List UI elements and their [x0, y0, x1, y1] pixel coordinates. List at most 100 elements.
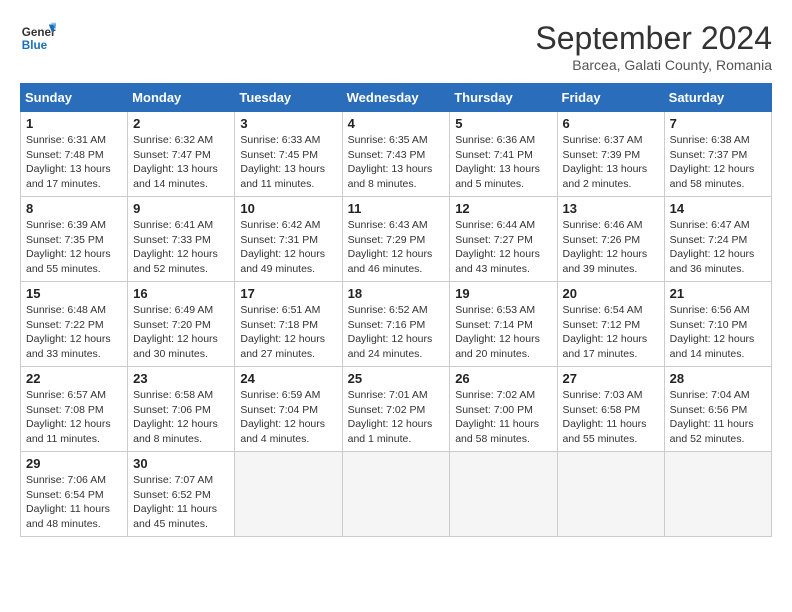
day-number: 29	[26, 456, 122, 471]
day-info: Sunrise: 6:38 AMSunset: 7:37 PMDaylight:…	[670, 133, 766, 192]
calendar-cell: 23 Sunrise: 6:58 AMSunset: 7:06 PMDayligh…	[128, 367, 235, 452]
day-number: 18	[348, 286, 445, 301]
day-number: 13	[563, 201, 659, 216]
calendar-cell	[557, 452, 664, 537]
day-number: 7	[670, 116, 766, 131]
calendar-cell: 30 Sunrise: 7:07 AMSunset: 6:52 PMDayligh…	[128, 452, 235, 537]
day-info: Sunrise: 6:54 AMSunset: 7:12 PMDaylight:…	[563, 303, 659, 362]
calendar-cell: 9 Sunrise: 6:41 AMSunset: 7:33 PMDaylight…	[128, 197, 235, 282]
day-info: Sunrise: 6:48 AMSunset: 7:22 PMDaylight:…	[26, 303, 122, 362]
logo-icon: General Blue	[20, 20, 56, 56]
page-header: General Blue September 2024 Barcea, Gala…	[20, 20, 772, 73]
day-number: 6	[563, 116, 659, 131]
calendar-header-row: SundayMondayTuesdayWednesdayThursdayFrid…	[21, 84, 772, 112]
calendar-cell: 8 Sunrise: 6:39 AMSunset: 7:35 PMDaylight…	[21, 197, 128, 282]
calendar-cell	[450, 452, 557, 537]
day-number: 8	[26, 201, 122, 216]
column-header-sunday: Sunday	[21, 84, 128, 112]
calendar-cell: 26 Sunrise: 7:02 AMSunset: 7:00 PMDayligh…	[450, 367, 557, 452]
day-info: Sunrise: 6:56 AMSunset: 7:10 PMDaylight:…	[670, 303, 766, 362]
day-info: Sunrise: 6:58 AMSunset: 7:06 PMDaylight:…	[133, 388, 229, 447]
day-info: Sunrise: 6:59 AMSunset: 7:04 PMDaylight:…	[240, 388, 336, 447]
day-info: Sunrise: 6:41 AMSunset: 7:33 PMDaylight:…	[133, 218, 229, 277]
day-number: 17	[240, 286, 336, 301]
day-number: 2	[133, 116, 229, 131]
day-number: 27	[563, 371, 659, 386]
day-info: Sunrise: 7:02 AMSunset: 7:00 PMDaylight:…	[455, 388, 551, 447]
day-number: 23	[133, 371, 229, 386]
day-info: Sunrise: 7:01 AMSunset: 7:02 PMDaylight:…	[348, 388, 445, 447]
day-number: 15	[26, 286, 122, 301]
day-info: Sunrise: 6:37 AMSunset: 7:39 PMDaylight:…	[563, 133, 659, 192]
calendar-cell: 25 Sunrise: 7:01 AMSunset: 7:02 PMDayligh…	[342, 367, 450, 452]
day-info: Sunrise: 6:31 AMSunset: 7:48 PMDaylight:…	[26, 133, 122, 192]
calendar-week-4: 22 Sunrise: 6:57 AMSunset: 7:08 PMDayligh…	[21, 367, 772, 452]
column-header-thursday: Thursday	[450, 84, 557, 112]
day-info: Sunrise: 7:06 AMSunset: 6:54 PMDaylight:…	[26, 473, 122, 532]
calendar-cell: 2 Sunrise: 6:32 AMSunset: 7:47 PMDaylight…	[128, 112, 235, 197]
day-info: Sunrise: 6:47 AMSunset: 7:24 PMDaylight:…	[670, 218, 766, 277]
calendar-cell: 5Sunrise: 6:36 AMSunset: 7:41 PMDaylight…	[450, 112, 557, 197]
day-info: Sunrise: 7:03 AMSunset: 6:58 PMDaylight:…	[563, 388, 659, 447]
calendar-cell: 24 Sunrise: 6:59 AMSunset: 7:04 PMDayligh…	[235, 367, 342, 452]
calendar-cell: 3 Sunrise: 6:33 AMSunset: 7:45 PMDaylight…	[235, 112, 342, 197]
calendar-cell: 10Sunrise: 6:42 AMSunset: 7:31 PMDayligh…	[235, 197, 342, 282]
calendar-cell	[235, 452, 342, 537]
day-info: Sunrise: 6:44 AMSunset: 7:27 PMDaylight:…	[455, 218, 551, 277]
calendar-cell	[342, 452, 450, 537]
day-info: Sunrise: 6:51 AMSunset: 7:18 PMDaylight:…	[240, 303, 336, 362]
day-info: Sunrise: 6:49 AMSunset: 7:20 PMDaylight:…	[133, 303, 229, 362]
calendar-cell: 11Sunrise: 6:43 AMSunset: 7:29 PMDayligh…	[342, 197, 450, 282]
day-number: 14	[670, 201, 766, 216]
day-number: 24	[240, 371, 336, 386]
day-info: Sunrise: 6:42 AMSunset: 7:31 PMDaylight:…	[240, 218, 336, 277]
day-number: 20	[563, 286, 659, 301]
day-info: Sunrise: 6:33 AMSunset: 7:45 PMDaylight:…	[240, 133, 336, 192]
calendar-cell: 21Sunrise: 6:56 AMSunset: 7:10 PMDayligh…	[664, 282, 771, 367]
day-info: Sunrise: 6:53 AMSunset: 7:14 PMDaylight:…	[455, 303, 551, 362]
calendar-cell: 4 Sunrise: 6:35 AMSunset: 7:43 PMDaylight…	[342, 112, 450, 197]
column-header-saturday: Saturday	[664, 84, 771, 112]
day-number: 25	[348, 371, 445, 386]
day-info: Sunrise: 6:36 AMSunset: 7:41 PMDaylight:…	[455, 133, 551, 192]
day-info: Sunrise: 6:35 AMSunset: 7:43 PMDaylight:…	[348, 133, 445, 192]
day-info: Sunrise: 6:57 AMSunset: 7:08 PMDaylight:…	[26, 388, 122, 447]
day-number: 9	[133, 201, 229, 216]
day-info: Sunrise: 6:46 AMSunset: 7:26 PMDaylight:…	[563, 218, 659, 277]
day-number: 4	[348, 116, 445, 131]
column-header-monday: Monday	[128, 84, 235, 112]
calendar-cell: 19Sunrise: 6:53 AMSunset: 7:14 PMDayligh…	[450, 282, 557, 367]
calendar-cell: 22 Sunrise: 6:57 AMSunset: 7:08 PMDayligh…	[21, 367, 128, 452]
calendar-cell: 1Sunrise: 6:31 AMSunset: 7:48 PMDaylight…	[21, 112, 128, 197]
day-number: 12	[455, 201, 551, 216]
day-number: 26	[455, 371, 551, 386]
day-number: 3	[240, 116, 336, 131]
day-number: 22	[26, 371, 122, 386]
day-number: 30	[133, 456, 229, 471]
column-header-tuesday: Tuesday	[235, 84, 342, 112]
month-title: September 2024	[535, 20, 772, 57]
column-header-wednesday: Wednesday	[342, 84, 450, 112]
column-header-friday: Friday	[557, 84, 664, 112]
calendar-cell: 17 Sunrise: 6:51 AMSunset: 7:18 PMDayligh…	[235, 282, 342, 367]
calendar-cell: 16Sunrise: 6:49 AMSunset: 7:20 PMDayligh…	[128, 282, 235, 367]
logo: General Blue	[20, 20, 56, 56]
calendar-week-2: 8 Sunrise: 6:39 AMSunset: 7:35 PMDaylight…	[21, 197, 772, 282]
calendar-cell: 14 Sunrise: 6:47 AMSunset: 7:24 PMDayligh…	[664, 197, 771, 282]
calendar-week-5: 29 Sunrise: 7:06 AMSunset: 6:54 PMDayligh…	[21, 452, 772, 537]
day-info: Sunrise: 7:07 AMSunset: 6:52 PMDaylight:…	[133, 473, 229, 532]
calendar-cell: 27 Sunrise: 7:03 AMSunset: 6:58 PMDayligh…	[557, 367, 664, 452]
calendar-week-3: 15 Sunrise: 6:48 AMSunset: 7:22 PMDayligh…	[21, 282, 772, 367]
calendar-cell: 28Sunrise: 7:04 AMSunset: 6:56 PMDayligh…	[664, 367, 771, 452]
day-info: Sunrise: 7:04 AMSunset: 6:56 PMDaylight:…	[670, 388, 766, 447]
svg-text:Blue: Blue	[22, 39, 48, 52]
day-info: Sunrise: 6:39 AMSunset: 7:35 PMDaylight:…	[26, 218, 122, 277]
day-info: Sunrise: 6:32 AMSunset: 7:47 PMDaylight:…	[133, 133, 229, 192]
calendar-cell: 29 Sunrise: 7:06 AMSunset: 6:54 PMDayligh…	[21, 452, 128, 537]
calendar-cell: 6 Sunrise: 6:37 AMSunset: 7:39 PMDaylight…	[557, 112, 664, 197]
calendar-cell: 15 Sunrise: 6:48 AMSunset: 7:22 PMDayligh…	[21, 282, 128, 367]
location-subtitle: Barcea, Galati County, Romania	[535, 57, 772, 73]
calendar-cell: 20 Sunrise: 6:54 AMSunset: 7:12 PMDayligh…	[557, 282, 664, 367]
calendar-cell: 18 Sunrise: 6:52 AMSunset: 7:16 PMDayligh…	[342, 282, 450, 367]
day-info: Sunrise: 6:52 AMSunset: 7:16 PMDaylight:…	[348, 303, 445, 362]
